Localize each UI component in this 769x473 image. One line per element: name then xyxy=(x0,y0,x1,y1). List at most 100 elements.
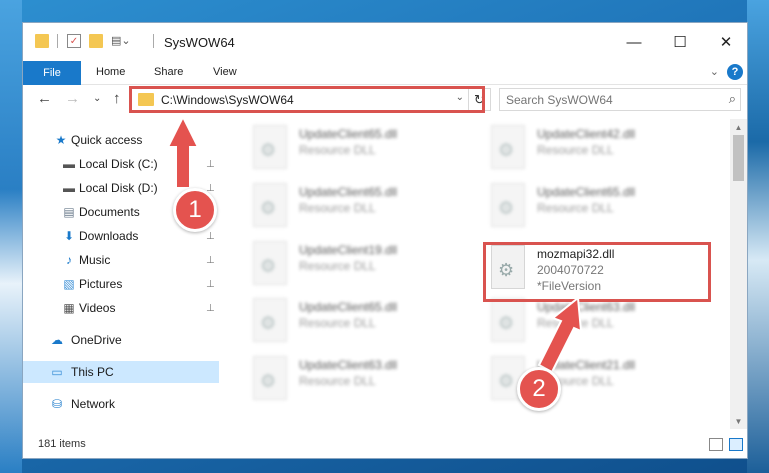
sidebar-item-label: Music xyxy=(79,253,111,267)
computer-icon: ▭ xyxy=(51,365,63,379)
sidebar-item[interactable]: ▦ Videos ⊥ xyxy=(23,297,219,319)
scroll-thumb[interactable] xyxy=(733,135,744,181)
pin-icon: ⊥ xyxy=(206,158,215,170)
dll-file-icon: ⚙ xyxy=(491,125,525,170)
back-button[interactable]: ← xyxy=(37,90,52,107)
file-name: UpdateClient21.dll xyxy=(537,357,636,372)
file-description: 2004070722 xyxy=(537,263,604,277)
separator xyxy=(153,34,154,48)
status-bar: 181 items xyxy=(23,430,747,458)
sidebar-item-label: Documents xyxy=(79,205,140,219)
sidebar-item-label: Quick access xyxy=(71,133,143,147)
pin-icon: ⊥ xyxy=(206,302,215,314)
sidebar-item-label: Pictures xyxy=(79,277,123,291)
pin-icon: ⊥ xyxy=(206,230,215,242)
sidebar-item-label: OneDrive xyxy=(71,333,122,347)
search-icon[interactable]: ⌕ xyxy=(729,91,736,107)
sidebar-item-label: This PC xyxy=(71,365,114,379)
pin-icon: ⊥ xyxy=(206,278,215,290)
file-name: UpdateClient42.dll xyxy=(537,127,636,142)
item-count: 181 items xyxy=(38,438,86,450)
file-item[interactable]: ⚙ UpdateClient65.dll Resource DLL xyxy=(245,179,475,233)
dll-file-icon: ⚙ xyxy=(491,245,525,289)
sidebar-item[interactable]: ▭ This PC xyxy=(23,361,219,383)
dll-file-icon: ⚙ xyxy=(253,125,287,170)
file-description: Resource DLL xyxy=(299,258,376,273)
search-input[interactable] xyxy=(500,89,710,110)
music-icon: ♪ xyxy=(66,253,72,267)
sidebar-item[interactable]: ▬ Local Disk (C:) ⊥ xyxy=(23,153,219,175)
file-item[interactable]: ⚙ UpdateClient63.dll Resource DLL xyxy=(483,294,713,348)
file-item[interactable]: ⚙ UpdateClient65.dll Resource DLL xyxy=(245,294,475,348)
large-icons-view-icon[interactable] xyxy=(729,438,743,451)
address-bar[interactable]: C:\Windows\SysWOW64 ⌄ ↻ xyxy=(131,88,491,111)
file-description: Resource DLL xyxy=(299,316,376,331)
gear-icon: ⚙ xyxy=(498,198,515,218)
explorer-window: ✓ ▤⌄ SysWOW64 — ☐ ✕ File Home Share View… xyxy=(22,22,748,459)
file-item[interactable]: ⚙ UpdateClient21.dll Resource DLL xyxy=(483,352,713,406)
sidebar-item[interactable]: ▧ Pictures ⊥ xyxy=(23,273,219,295)
star-icon: ★ xyxy=(55,133,67,147)
expand-ribbon-icon[interactable]: ⌄ xyxy=(710,65,719,78)
file-description: Resource DLL xyxy=(299,201,376,215)
title-bar: ✓ ▤⌄ SysWOW64 — ☐ ✕ xyxy=(23,23,747,61)
sidebar-item[interactable]: ♪ Music ⊥ xyxy=(23,249,219,271)
file-list: ⚙ UpdateClient65.dll Resource DLL ⚙ UpdateCl… xyxy=(239,119,733,427)
file-item[interactable]: ⚙ UpdateClient42.dll Resource DLL xyxy=(483,121,713,175)
maximize-button[interactable]: ☐ xyxy=(657,23,703,61)
downloads-icon: ⬇ xyxy=(63,229,75,243)
tab-view[interactable]: View xyxy=(213,66,237,78)
sidebar-item[interactable]: ⛁ Network xyxy=(23,393,219,415)
up-button[interactable]: ↑ xyxy=(113,90,121,107)
file-name: UpdateClient65.dll xyxy=(299,185,398,199)
address-dropdown-icon[interactable]: ⌄ xyxy=(456,92,464,103)
file-name: UpdateClient65.dll xyxy=(299,127,398,142)
file-description: Resource DLL xyxy=(299,373,376,388)
file-item[interactable]: ⚙ UpdateClient65.dll Resource DLL xyxy=(245,121,475,175)
close-button[interactable]: ✕ xyxy=(703,23,747,61)
dll-file-icon: ⚙ xyxy=(253,298,287,343)
window-title: SysWOW64 xyxy=(164,35,235,50)
dll-file-icon: ⚙ xyxy=(253,183,287,227)
file-name: UpdateClient63.dll xyxy=(537,300,636,315)
tab-share[interactable]: Share xyxy=(154,66,183,78)
refresh-button[interactable]: ↻ xyxy=(468,89,490,110)
drive-icon: ▬ xyxy=(63,157,75,171)
search-box[interactable]: ⌕ xyxy=(499,88,741,111)
gear-icon: ⚙ xyxy=(260,140,277,161)
file-item[interactable]: ⚙ UpdateClient19.dll Resource DLL xyxy=(245,237,475,291)
file-description: Resource DLL xyxy=(537,201,614,215)
folder-icon xyxy=(138,93,154,106)
sidebar-item-label: Local Disk (C:) xyxy=(79,157,158,171)
file-description: Resource DLL xyxy=(537,316,614,331)
file-name: UpdateClient19.dll xyxy=(299,242,398,257)
sidebar-item[interactable]: ★ Quick access xyxy=(23,129,219,151)
dll-file-icon: ⚙ xyxy=(253,355,287,400)
properties-icon[interactable]: ✓ xyxy=(67,34,81,48)
help-icon[interactable]: ? xyxy=(727,64,743,80)
file-item[interactable]: ⚙ UpdateClient65.dll Resource DLL xyxy=(483,179,713,233)
new-folder-icon[interactable] xyxy=(89,34,103,48)
gear-icon: ⚙ xyxy=(498,140,515,161)
folder-icon xyxy=(35,34,49,48)
onedrive-icon: ☁ xyxy=(51,333,63,347)
tab-home[interactable]: Home xyxy=(96,66,125,78)
file-description: Resource DLL xyxy=(299,143,376,158)
tab-file[interactable]: File xyxy=(23,61,81,85)
forward-button[interactable]: → xyxy=(65,90,80,107)
file-name: UpdateClient65.dll xyxy=(537,185,636,199)
file-name: UpdateClient65.dll xyxy=(299,300,398,315)
desktop-background-left xyxy=(0,0,22,473)
vertical-scrollbar[interactable]: ▲ ▼ xyxy=(730,119,747,429)
sidebar-item-label: Network xyxy=(71,397,116,411)
customize-toolbar-icon[interactable]: ▤⌄ xyxy=(111,34,133,48)
recent-locations-button[interactable]: ⌄ xyxy=(93,93,101,104)
gear-icon: ⚙ xyxy=(260,255,277,276)
sidebar-item[interactable]: ☁ OneDrive xyxy=(23,329,219,351)
scroll-down-arrow-icon[interactable]: ▼ xyxy=(730,413,747,429)
file-item[interactable]: ⚙ UpdateClient63.dll Resource DLL xyxy=(245,352,475,406)
file-item-target[interactable]: ⚙ mozmapi32.dll 2004070722 *FileVersion xyxy=(483,241,713,295)
minimize-button[interactable]: — xyxy=(611,23,657,61)
details-view-icon[interactable] xyxy=(709,438,723,451)
scroll-up-arrow-icon[interactable]: ▲ xyxy=(730,119,747,135)
